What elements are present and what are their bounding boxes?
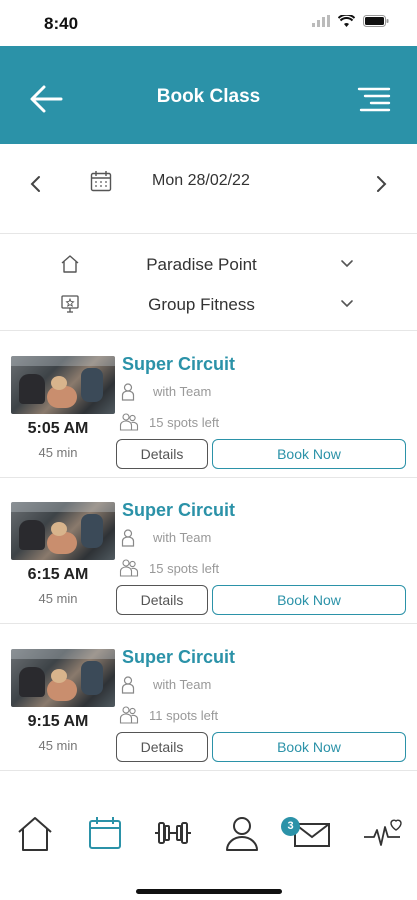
class-instructor: with Team xyxy=(153,530,212,545)
calendar-tab-icon xyxy=(89,817,121,849)
person-icon xyxy=(121,529,135,547)
class-thumbnail xyxy=(11,649,115,707)
class-card: 9:15 AM 45 min Super Circuit with Team 1… xyxy=(0,625,417,771)
signal-icon xyxy=(312,15,330,27)
group-icon xyxy=(119,413,139,431)
class-time: 9:15 AM xyxy=(27,713,89,730)
class-duration: 45 min xyxy=(38,445,78,460)
chevron-right-icon xyxy=(377,176,387,192)
status-icons xyxy=(312,15,389,27)
wifi-icon xyxy=(338,15,355,27)
book-now-button[interactable]: Book Now xyxy=(212,732,406,762)
status-time: 8:40 xyxy=(44,14,79,33)
tab-home[interactable] xyxy=(15,815,55,855)
class-card: 6:15 AM 45 min Super Circuit with Team 1… xyxy=(0,478,417,624)
details-button[interactable]: Details xyxy=(116,585,208,615)
book-now-button[interactable]: Book Now xyxy=(212,585,406,615)
details-button[interactable]: Details xyxy=(116,439,208,469)
chevron-down-icon xyxy=(341,260,353,268)
tab-calendar[interactable] xyxy=(85,815,125,855)
class-thumbnail xyxy=(11,502,115,560)
chevron-down-icon xyxy=(341,300,353,308)
class-name[interactable]: Super Circuit xyxy=(122,500,235,521)
bottom-tab-bar: 3 xyxy=(0,795,417,900)
class-instructor: with Team xyxy=(153,677,212,692)
class-card: 5:05 AM 45 min Super Circuit with Team 1… xyxy=(0,332,417,478)
spots-left: 15 spots left xyxy=(149,561,220,576)
person-icon xyxy=(121,383,135,401)
calendar-icon[interactable] xyxy=(90,170,112,192)
app-header: Book Class xyxy=(0,46,417,144)
home-indicator xyxy=(136,889,282,894)
location-dropdown[interactable]: Paradise Point xyxy=(0,247,417,283)
date-selector: Mon 28/02/22 xyxy=(0,144,417,234)
book-now-button[interactable]: Book Now xyxy=(212,439,406,469)
dumbbell-icon xyxy=(155,822,191,844)
category-dropdown[interactable]: Group Fitness xyxy=(0,287,417,323)
status-bar: 8:40 xyxy=(0,0,417,46)
previous-day-button[interactable] xyxy=(28,174,44,194)
tab-profile[interactable] xyxy=(222,815,262,855)
messages-badge: 3 xyxy=(281,817,300,836)
class-name[interactable]: Super Circuit xyxy=(122,647,235,668)
class-time: 5:05 AM xyxy=(27,420,89,437)
spots-left: 11 spots left xyxy=(149,708,219,723)
filter-section: Paradise Point Group Fitness xyxy=(0,235,417,331)
class-time: 6:15 AM xyxy=(27,566,89,583)
class-duration: 45 min xyxy=(38,591,78,606)
group-icon xyxy=(119,706,139,724)
details-button[interactable]: Details xyxy=(116,732,208,762)
person-icon xyxy=(121,676,135,694)
class-duration: 45 min xyxy=(38,738,78,753)
tab-workouts[interactable] xyxy=(153,815,193,855)
tab-health[interactable] xyxy=(362,815,402,855)
class-thumbnail xyxy=(11,356,115,414)
group-icon xyxy=(119,559,139,577)
home-icon xyxy=(18,817,52,851)
class-instructor: with Team xyxy=(153,384,212,399)
next-day-button[interactable] xyxy=(373,174,389,194)
battery-icon xyxy=(363,15,389,27)
filter-menu-button[interactable] xyxy=(357,86,391,114)
user-icon xyxy=(226,817,258,851)
heartbeat-icon xyxy=(364,819,402,846)
class-name[interactable]: Super Circuit xyxy=(122,354,235,375)
spots-left: 15 spots left xyxy=(149,415,220,430)
page-title: Book Class xyxy=(156,86,261,107)
sort-menu-icon xyxy=(357,87,391,112)
chevron-left-icon xyxy=(30,176,40,192)
selected-date[interactable]: Mon 28/02/22 xyxy=(152,172,250,190)
